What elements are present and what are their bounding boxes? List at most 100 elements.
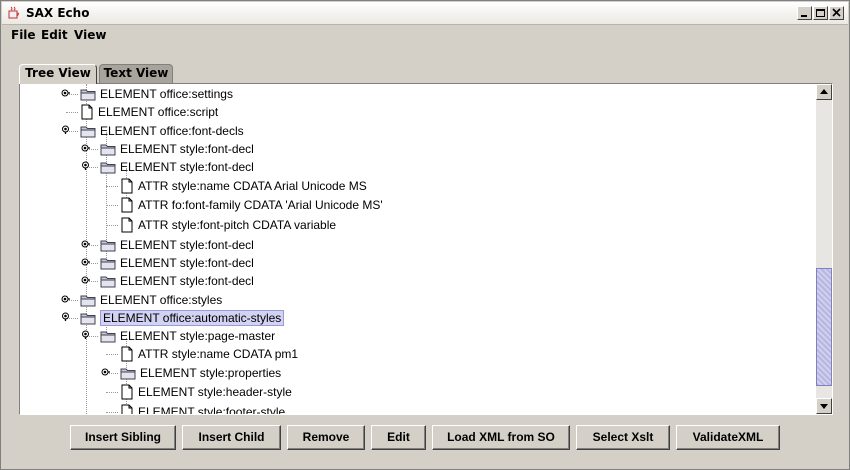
tree-node-label[interactable]: ATTR fo:font-family CDATA 'Arial Unicode… [138, 198, 383, 212]
tree-connector-line [106, 205, 118, 206]
collapsed-handle-icon[interactable] [81, 239, 90, 248]
document-icon [121, 404, 133, 414]
tree-node[interactable]: ELEMENT style:properties [101, 364, 281, 382]
folder-icon [80, 126, 96, 138]
validate-xml-button[interactable]: ValidateXML [676, 425, 780, 450]
tree-node-label[interactable]: ELEMENT style:footer-style [138, 405, 285, 414]
collapsed-handle-icon[interactable] [81, 257, 90, 266]
expanded-handle-icon[interactable] [81, 161, 90, 170]
tree-node[interactable]: ELEMENT office:script [66, 103, 218, 121]
remove-button[interactable]: Remove [287, 425, 365, 450]
tree-node[interactable]: ELEMENT style:font-decl [82, 158, 254, 176]
collapsed-handle-icon[interactable] [81, 275, 90, 284]
tree-node-label[interactable]: ELEMENT style:font-decl [120, 256, 254, 270]
maximize-icon [816, 9, 825, 17]
document-icon [81, 104, 93, 120]
tab-tree-view[interactable]: Tree View [19, 64, 97, 84]
tree-node-label[interactable]: ELEMENT style:font-decl [120, 238, 254, 252]
java-cup-icon [8, 6, 19, 19]
tree-node-label[interactable]: ELEMENT style:page-master [120, 329, 275, 343]
tree-node[interactable]: ELEMENT style:font-decl [81, 272, 254, 290]
maximize-button[interactable] [813, 6, 828, 20]
minimize-button[interactable] [797, 6, 812, 20]
folder-icon [120, 368, 136, 380]
tree-node[interactable]: ELEMENT style:font-decl [81, 254, 254, 272]
arrow-up-icon [820, 89, 828, 94]
folder-icon [100, 258, 116, 270]
select-xslt-button[interactable]: Select Xslt [576, 425, 670, 450]
tree-node[interactable]: ELEMENT style:page-master [82, 327, 275, 345]
collapsed-handle-icon[interactable] [101, 367, 110, 376]
tree-node-label[interactable]: ELEMENT office:script [98, 105, 218, 119]
tab-text-view[interactable]: Text View [99, 64, 173, 83]
tree-node-label[interactable]: ELEMENT office:automatic-styles [100, 310, 285, 326]
tree-node[interactable]: ELEMENT office:font-decls [62, 122, 244, 140]
expanded-handle-icon[interactable] [61, 312, 70, 321]
folder-icon [80, 89, 96, 101]
tree-node[interactable]: ELEMENT office:automatic-styles [62, 309, 285, 327]
tree-panel: ELEMENT office:settings ELEMENT office:sc… [19, 83, 833, 415]
collapsed-handle-icon[interactable] [61, 294, 70, 303]
tree-node-label[interactable]: ELEMENT office:font-decls [100, 124, 244, 138]
insert-child-button[interactable]: Insert Child [182, 425, 281, 450]
tree-node-label[interactable]: ATTR style:font-pitch CDATA variable [138, 218, 336, 232]
document-icon [121, 178, 133, 194]
tree-node[interactable]: ATTR style:font-pitch CDATA variable [106, 216, 336, 234]
folder-icon [100, 276, 116, 288]
menu-file[interactable]: File [11, 28, 36, 42]
expanded-handle-icon[interactable] [61, 125, 70, 134]
tree-connector-line [106, 354, 118, 355]
folder-icon [80, 313, 96, 325]
collapsed-handle-icon[interactable] [61, 88, 70, 97]
tree-node[interactable]: ELEMENT office:settings [61, 85, 233, 103]
edit-button[interactable]: Edit [371, 425, 426, 450]
tree-connector-line [66, 112, 78, 113]
arrow-down-icon [820, 404, 828, 409]
action-bar: Insert Sibling Insert Child Remove Edit … [1, 425, 850, 451]
tree-node-label[interactable]: ELEMENT office:styles [100, 293, 222, 307]
load-xml-button[interactable]: Load XML from SO [432, 425, 570, 450]
menu-bar: File Edit View [2, 25, 848, 45]
tree-node[interactable]: ATTR style:name CDATA pm1 [106, 345, 298, 363]
tree-node-label[interactable]: ELEMENT style:font-decl [120, 160, 254, 174]
tree-node[interactable]: ELEMENT style:footer-style [106, 403, 285, 414]
xml-tree[interactable]: ELEMENT office:settings ELEMENT office:sc… [20, 84, 816, 414]
close-button[interactable] [829, 6, 844, 20]
tree-node-label[interactable]: ATTR style:name CDATA pm1 [138, 347, 298, 361]
document-icon [121, 197, 133, 213]
scroll-thumb[interactable] [816, 268, 832, 386]
document-icon [121, 217, 133, 233]
tree-node-label[interactable]: ELEMENT style:header-style [138, 385, 292, 399]
tree-node-label[interactable]: ELEMENT office:settings [100, 87, 233, 101]
scroll-down-button[interactable] [816, 398, 832, 414]
tree-node[interactable]: ATTR style:name CDATA Arial Unicode MS [106, 177, 367, 195]
tree-node-label[interactable]: ELEMENT style:font-decl [120, 142, 254, 156]
expanded-handle-icon[interactable] [81, 330, 90, 339]
tree-node[interactable]: ELEMENT style:header-style [106, 383, 292, 401]
tree-node[interactable]: ATTR fo:font-family CDATA 'Arial Unicode… [106, 196, 383, 214]
tree-node[interactable]: ELEMENT style:font-decl [81, 140, 254, 158]
tree-connector-line [106, 392, 118, 393]
folder-icon [100, 240, 116, 252]
tree-node[interactable]: ELEMENT office:styles [61, 291, 222, 309]
menu-edit[interactable]: Edit [41, 28, 68, 42]
tree-connector-line [106, 412, 118, 413]
close-icon [832, 8, 841, 17]
folder-icon [80, 295, 96, 307]
tree-node[interactable]: ELEMENT style:font-decl [81, 236, 254, 254]
menu-view[interactable]: View [74, 28, 106, 42]
title-bar[interactable]: SAX Echo [2, 2, 848, 25]
folder-icon [100, 331, 116, 343]
insert-sibling-button[interactable]: Insert Sibling [70, 425, 176, 450]
folder-icon [100, 144, 116, 156]
document-icon [121, 346, 133, 362]
collapsed-handle-icon[interactable] [81, 143, 90, 152]
tree-connector-line [106, 186, 118, 187]
tree-node-label[interactable]: ELEMENT style:font-decl [120, 274, 254, 288]
vertical-scrollbar[interactable] [816, 84, 832, 414]
minimize-icon [801, 15, 807, 17]
scroll-up-button[interactable] [816, 84, 832, 100]
tree-node-label[interactable]: ATTR style:name CDATA Arial Unicode MS [138, 179, 367, 193]
tree-connector-line [106, 225, 118, 226]
tree-node-label[interactable]: ELEMENT style:properties [140, 366, 281, 380]
